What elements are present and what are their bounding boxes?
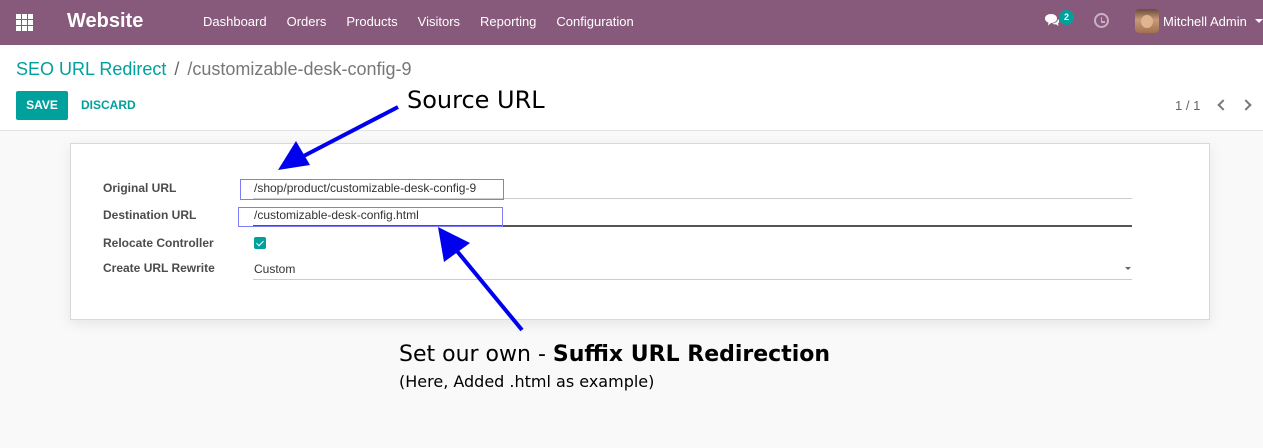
destination-url-label: Destination URL (103, 208, 197, 222)
create-url-rewrite-label: Create URL Rewrite (103, 261, 215, 275)
relocate-controller-checkbox[interactable] (254, 237, 266, 249)
menu-item-orders[interactable]: Orders (287, 14, 327, 29)
apps-grid-icon[interactable] (16, 14, 33, 31)
destination-url-highlight-box (238, 207, 503, 227)
original-url-label: Original URL (103, 181, 177, 195)
select-caret-icon[interactable] (1125, 267, 1131, 270)
control-panel: SEO URL Redirect / /customizable-desk-co… (0, 45, 1263, 131)
main-menu: Dashboard Orders Products Visitors Repor… (203, 14, 654, 29)
breadcrumb-parent-link[interactable]: SEO URL Redirect (16, 59, 166, 80)
discard-button[interactable]: DISCARD (81, 98, 136, 112)
chat-icon[interactable] (1044, 13, 1060, 27)
annotation-note: (Here, Added .html as example) (399, 372, 655, 391)
create-url-rewrite-value: Custom (254, 262, 296, 276)
user-avatar[interactable] (1135, 9, 1159, 33)
menu-item-products[interactable]: Products (346, 14, 397, 29)
original-url-highlight-box (240, 179, 504, 200)
annotation-source-url: Source URL (407, 86, 545, 114)
pager-value[interactable]: 1 / 1 (1175, 98, 1200, 113)
annotation-suffix-bold: Suffix URL Redirection (552, 342, 831, 367)
save-button[interactable]: SAVE (16, 91, 68, 120)
annotation-suffix-heading: Set our own - Suffix URL Redirection (399, 342, 830, 367)
breadcrumb-separator: / (174, 59, 180, 79)
menu-item-configuration[interactable]: Configuration (556, 14, 633, 29)
top-navbar: Website Dashboard Orders Products Visito… (0, 0, 1263, 45)
chat-count-badge: 2 (1059, 10, 1074, 25)
user-menu-caret-icon[interactable] (1255, 19, 1263, 23)
activity-clock-icon[interactable] (1094, 13, 1109, 28)
user-name[interactable]: Mitchell Admin (1163, 14, 1247, 29)
pager-next-icon[interactable] (1240, 99, 1252, 111)
pager-previous-icon[interactable] (1217, 99, 1229, 111)
menu-item-dashboard[interactable]: Dashboard (203, 14, 267, 29)
menu-item-visitors[interactable]: Visitors (418, 14, 460, 29)
menu-item-reporting[interactable]: Reporting (480, 14, 536, 29)
annotation-suffix-prefix: Set our own - (399, 342, 553, 367)
create-url-rewrite-select[interactable]: Custom (253, 261, 1132, 280)
breadcrumb-current: /customizable-desk-config-9 (187, 59, 412, 79)
breadcrumb: SEO URL Redirect / /customizable-desk-co… (16, 59, 412, 80)
app-title[interactable]: Website (67, 10, 143, 33)
relocate-controller-label: Relocate Controller (103, 236, 214, 250)
form-sheet (70, 143, 1210, 320)
